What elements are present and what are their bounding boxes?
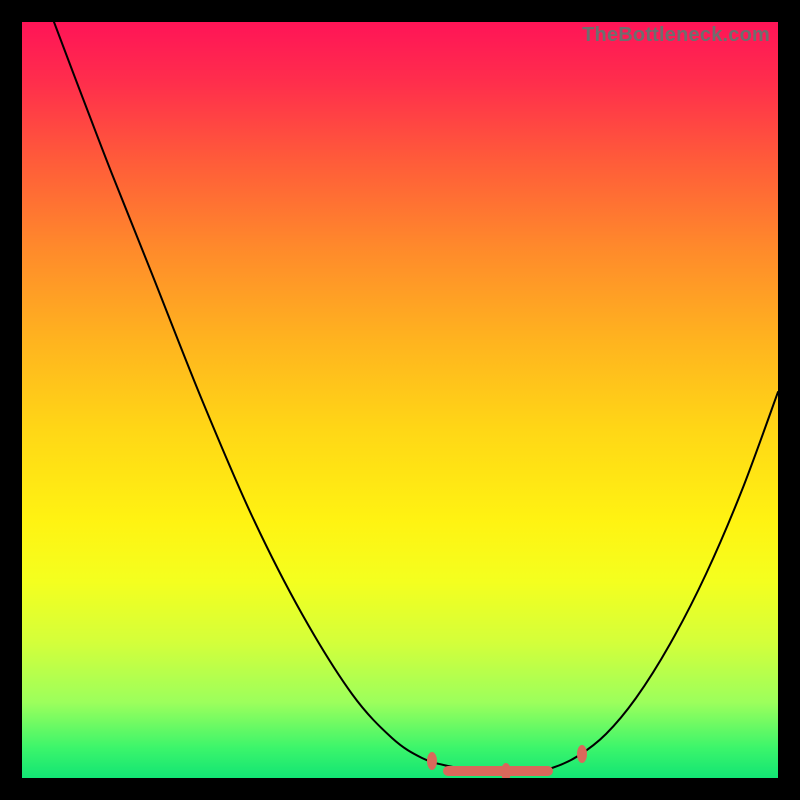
highlight-dot	[501, 763, 511, 778]
plot-area: TheBottleneck.com	[22, 22, 778, 778]
curve-layer	[22, 22, 778, 778]
chart-frame: TheBottleneck.com	[0, 0, 800, 800]
bottleneck-curve	[54, 22, 778, 772]
highlight-dot	[427, 752, 437, 770]
highlight-dot	[577, 745, 587, 763]
